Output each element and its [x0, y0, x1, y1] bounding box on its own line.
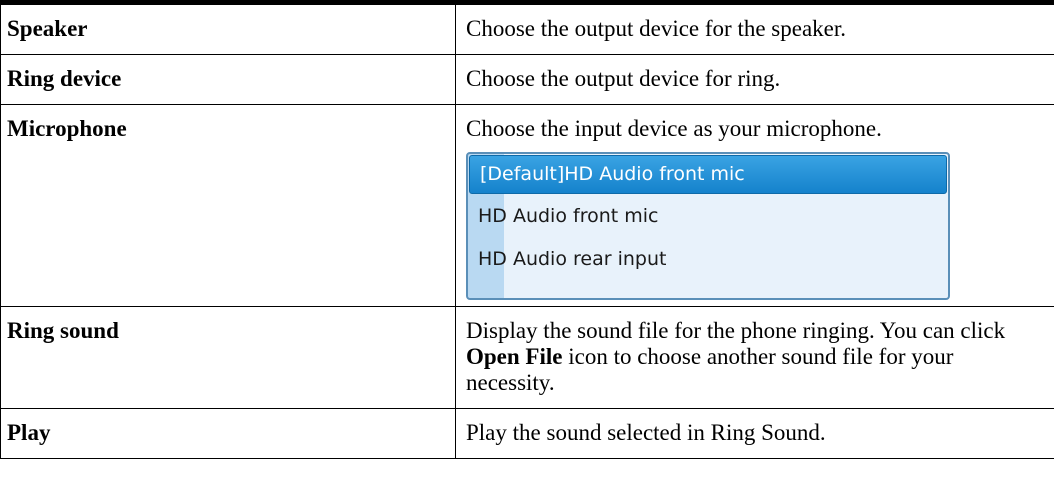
term-microphone: Microphone: [0, 104, 456, 307]
table-row: Speaker Choose the output device for the…: [0, 2, 1054, 55]
dropdown-option-selected[interactable]: [Default]HD Audio front mic: [469, 155, 947, 194]
term-play: Play: [0, 408, 456, 459]
desc-ring-sound-before: Display the sound file for the phone rin…: [466, 318, 1006, 343]
term-ring-device: Ring device: [0, 54, 456, 105]
desc-ring-device: Choose the output device for ring.: [455, 54, 1054, 105]
table-row: Play Play the sound selected in Ring Sou…: [0, 408, 1054, 459]
term-ring-sound: Ring sound: [0, 306, 456, 409]
dropdown-option[interactable]: HD Audio front mic: [468, 196, 948, 237]
desc-microphone: Choose the input device as your micropho…: [466, 116, 882, 141]
desc-speaker: Choose the output device for the speaker…: [455, 2, 1054, 55]
microphone-dropdown-list[interactable]: [Default]HD Audio front mic HD Audio fro…: [466, 152, 950, 300]
table-row: Microphone Choose the input device as yo…: [0, 104, 1054, 307]
term-speaker: Speaker: [0, 2, 456, 55]
dropdown-option[interactable]: HD Audio rear input: [468, 239, 948, 280]
table-row: Ring device Choose the output device for…: [0, 54, 1054, 105]
open-file-emphasis: Open File: [466, 344, 563, 369]
table-row: Ring sound Display the sound file for th…: [0, 306, 1054, 409]
desc-ring-sound: Display the sound file for the phone rin…: [455, 306, 1054, 409]
parameter-table: Speaker Choose the output device for the…: [0, 0, 1054, 459]
desc-play: Play the sound selected in Ring Sound.: [455, 408, 1054, 459]
desc-microphone-cell: Choose the input device as your micropho…: [455, 104, 1054, 307]
